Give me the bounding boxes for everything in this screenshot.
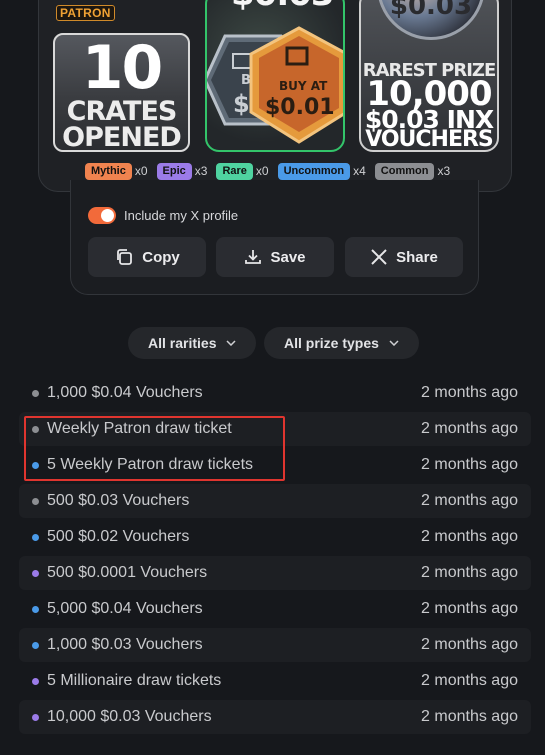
- prize-name: 500 $0.02 Vouchers: [47, 528, 190, 545]
- save-label: Save: [270, 248, 306, 266]
- rarity-filter-dropdown[interactable]: All rarities: [128, 327, 257, 359]
- save-button[interactable]: Save: [216, 237, 334, 277]
- rarity-dot: [32, 570, 39, 577]
- crates-count: 10: [81, 33, 164, 103]
- rarest-prize-tile: $0.03 RAREST PRIZE 10,000 $0.03 INX VOUC…: [359, 0, 499, 152]
- tier-count: x4: [353, 164, 366, 178]
- rarity-summary: Mythic x0 Epic x3 Rare x0 Uncommon x4 Co…: [85, 161, 459, 181]
- list-item[interactable]: 10,000 $0.03 Vouchers 2 months ago: [19, 700, 531, 734]
- front-coin-label: BUY AT: [279, 79, 328, 93]
- prize-time: 2 months ago: [421, 492, 518, 509]
- rarity-dot: [32, 606, 39, 613]
- download-icon: [244, 248, 262, 266]
- x-logo-icon: [370, 248, 388, 266]
- list-item[interactable]: 500 $0.03 Vouchers 2 months ago: [19, 484, 531, 518]
- include-profile-toggle[interactable]: [88, 207, 116, 224]
- prize-time: 2 months ago: [421, 528, 518, 545]
- coin-prize-tile: $0.03 BUY $0 BUY AT $0.01: [205, 0, 345, 152]
- annotation-highlight-box: [24, 416, 285, 481]
- tier-common: Common x3: [374, 162, 451, 180]
- prize-name: 5,000 $0.04 Vouchers: [47, 600, 203, 617]
- copy-button[interactable]: Copy: [88, 237, 206, 277]
- rarest-type: VOUCHERS: [365, 127, 494, 152]
- list-item[interactable]: 1,000 $0.03 Vouchers 2 months ago: [19, 628, 531, 662]
- prize-time: 2 months ago: [421, 636, 518, 653]
- prize-time: 2 months ago: [421, 384, 518, 401]
- copy-icon: [114, 247, 134, 267]
- rare-coin-value: $0.03: [389, 0, 473, 21]
- crates-label-line2: OPENED: [62, 122, 182, 152]
- tier-epic: Epic x3: [156, 162, 208, 180]
- tier-rare: Rare x0: [216, 162, 269, 180]
- share-button[interactable]: Share: [345, 237, 463, 277]
- rarity-dot: [32, 498, 39, 505]
- prize-name: 5 Millionaire draw tickets: [47, 672, 222, 689]
- include-profile-row: Include my X profile: [88, 207, 238, 224]
- chevron-down-icon: [226, 340, 237, 346]
- prize-time: 2 months ago: [421, 564, 518, 581]
- front-coin-price: $0.01: [265, 95, 335, 120]
- prize-time: 2 months ago: [421, 708, 518, 725]
- list-item[interactable]: 500 $0.02 Vouchers 2 months ago: [19, 520, 531, 554]
- prize-time: 2 months ago: [421, 456, 518, 473]
- rarity-dot: [32, 714, 39, 721]
- toggle-knob: [101, 209, 114, 222]
- list-item[interactable]: 5,000 $0.04 Vouchers 2 months ago: [19, 592, 531, 626]
- rarity-dot: [32, 390, 39, 397]
- prize-name: 500 $0.0001 Vouchers: [47, 564, 208, 581]
- prize-name: 500 $0.03 Vouchers: [47, 492, 190, 509]
- tier-badge: Rare: [216, 162, 253, 180]
- list-item[interactable]: 5 Millionaire draw tickets 2 months ago: [19, 664, 531, 698]
- rarity-filter-label: All rarities: [148, 335, 217, 351]
- front-coin-icon: BUY AT $0.01: [249, 26, 343, 144]
- rarity-dot: [32, 678, 39, 685]
- prize-time: 2 months ago: [421, 600, 518, 617]
- tier-badge: Uncommon: [277, 162, 351, 180]
- prize-name: 1,000 $0.04 Vouchers: [47, 384, 203, 401]
- prize-time: 2 months ago: [421, 672, 518, 689]
- tier-badge: Common: [374, 162, 435, 180]
- list-item[interactable]: 1,000 $0.04 Vouchers 2 months ago: [19, 376, 531, 410]
- tier-mythic: Mythic x0: [85, 162, 148, 180]
- list-item[interactable]: 500 $0.0001 Vouchers 2 months ago: [19, 556, 531, 590]
- rare-coin-icon: $0.03: [377, 0, 485, 40]
- patron-badge: PATRON: [56, 5, 115, 21]
- prize-name: 10,000 $0.03 Vouchers: [47, 708, 212, 725]
- prize-time: 2 months ago: [421, 420, 518, 437]
- share-label: Share: [396, 248, 438, 266]
- copy-label: Copy: [142, 248, 180, 266]
- tier-count: x0: [255, 164, 269, 178]
- prize-type-filter-dropdown[interactable]: All prize types: [264, 327, 419, 359]
- tier-badge: Mythic: [85, 162, 132, 180]
- prize-name: 1,000 $0.03 Vouchers: [47, 636, 203, 653]
- include-profile-label: Include my X profile: [124, 208, 239, 223]
- prize-type-filter-label: All prize types: [284, 335, 379, 351]
- rarity-dot: [32, 642, 39, 649]
- coin-top-value: $0.03: [231, 0, 335, 14]
- tier-count: x3: [437, 164, 451, 178]
- chevron-down-icon: [389, 340, 399, 346]
- tier-count: x3: [194, 164, 208, 178]
- crates-opened-tile: 10 CRATES OPENED: [53, 33, 190, 152]
- tier-count: x0: [134, 164, 148, 178]
- tier-uncommon: Uncommon x4: [277, 162, 366, 180]
- rarity-dot: [32, 534, 39, 541]
- tier-badge: Epic: [156, 162, 192, 180]
